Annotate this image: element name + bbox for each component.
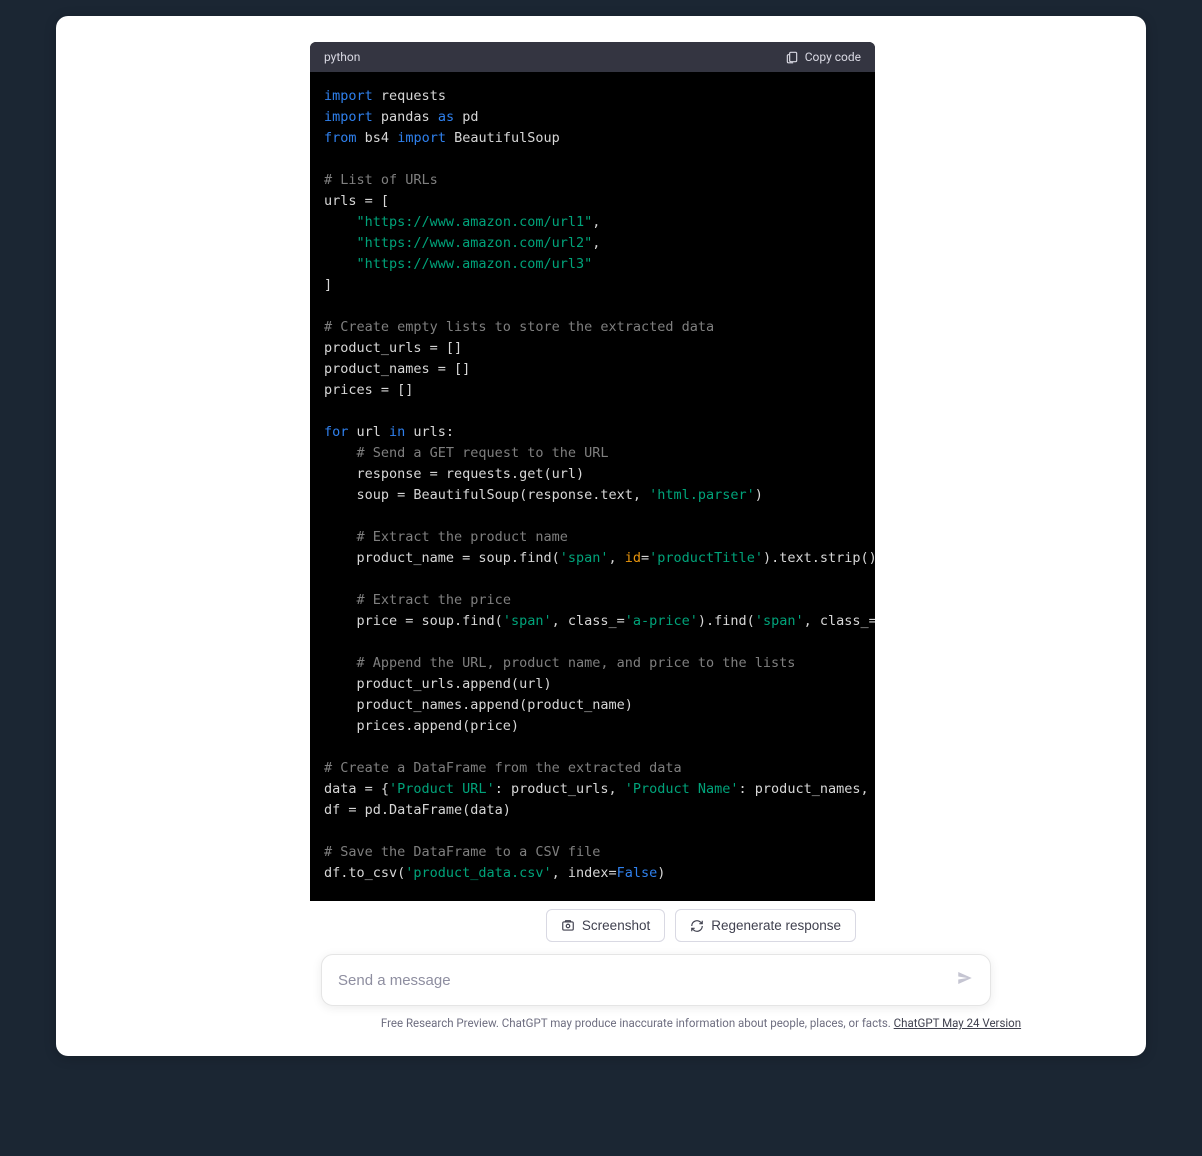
footer-text: Free Research Preview. ChatGPT may produ…: [381, 1016, 894, 1030]
regenerate-label: Regenerate response: [711, 918, 841, 933]
regenerate-button[interactable]: Regenerate response: [675, 909, 856, 942]
app-card: python Copy code import requests import …: [56, 16, 1146, 1056]
send-icon: [956, 969, 974, 987]
main-column: python Copy code import requests import …: [256, 16, 1146, 1056]
code-block: python Copy code import requests import …: [310, 42, 875, 901]
clipboard-icon: [785, 50, 799, 64]
screenshot-label: Screenshot: [582, 918, 650, 933]
footer-disclaimer: Free Research Preview. ChatGPT may produ…: [256, 1016, 1146, 1056]
copy-code-label: Copy code: [805, 50, 861, 64]
refresh-icon: [690, 919, 704, 933]
input-wrap: [256, 954, 1146, 1016]
footer-version-link[interactable]: ChatGPT May 24 Version: [894, 1016, 1021, 1030]
action-row: Screenshot Regenerate response: [256, 901, 1146, 954]
camera-icon: [561, 919, 575, 933]
content-area[interactable]: python Copy code import requests import …: [256, 16, 1146, 901]
copy-code-button[interactable]: Copy code: [785, 50, 861, 64]
code-content[interactable]: import requests import pandas as pd from…: [310, 72, 875, 901]
code-language-label: python: [324, 50, 360, 64]
message-input-container: [321, 954, 991, 1006]
send-button[interactable]: [946, 969, 974, 991]
code-block-header: python Copy code: [310, 42, 875, 72]
screenshot-button[interactable]: Screenshot: [546, 909, 665, 942]
message-input[interactable]: [338, 972, 946, 989]
